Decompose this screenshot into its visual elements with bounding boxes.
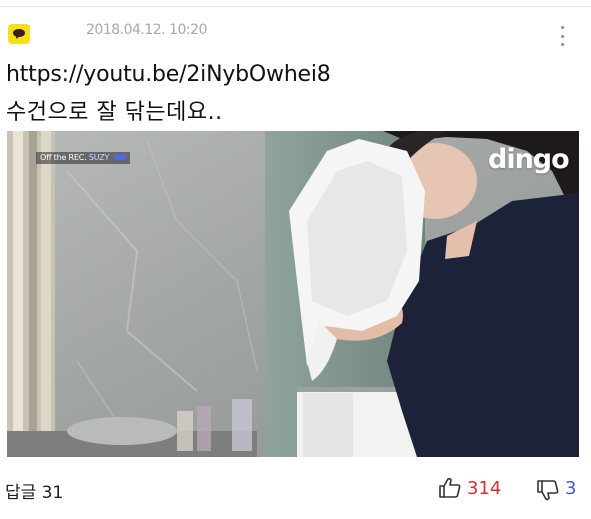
talk-bubble-icon (8, 24, 30, 44)
dislike-count: 3 (565, 478, 577, 499)
video-frame-illustration (7, 131, 579, 457)
video-tag-prefix: Off the REC. (40, 153, 87, 162)
reply-count-button[interactable]: 답글 31 (5, 478, 63, 503)
post-timestamp: 2018.04.12. 10:20 (86, 22, 207, 38)
video-tag-name: SUZY (88, 153, 110, 162)
video-series-tag: Off the REC. SUZY (36, 152, 131, 164)
like-count: 314 (467, 478, 502, 499)
post-link[interactable]: https://youtu.be/2iNybOwhei8 (6, 62, 331, 87)
video-thumbnail[interactable]: Off the REC. SUZY dingo (7, 131, 579, 457)
thumbs-up-icon[interactable] (438, 477, 462, 499)
more-options-icon[interactable] (556, 24, 568, 48)
video-channel-logo: dingo (488, 144, 570, 175)
thumbs-down-icon[interactable] (536, 479, 560, 501)
video-tag-flag (114, 154, 127, 160)
top-divider (0, 6, 591, 7)
post-body-text: 수건으로 잘 닦는데요.. (6, 100, 223, 125)
